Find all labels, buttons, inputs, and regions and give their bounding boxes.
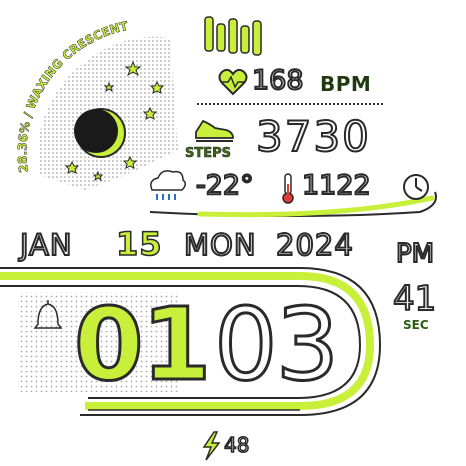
time-seconds: 41: [392, 279, 437, 319]
date-year: 2024: [275, 227, 354, 263]
time-hours[interactable]: 01: [72, 288, 212, 401]
heart-rate-value: 168: [251, 65, 305, 97]
date-day: 15: [115, 225, 163, 263]
altitude-value[interactable]: 1122: [301, 169, 372, 202]
date-weekday: MON: [183, 227, 257, 263]
heart-rate-unit: BPM: [320, 72, 372, 96]
steps-value[interactable]: 3730: [255, 112, 371, 162]
battery-level[interactable]: 48: [223, 432, 250, 458]
temperature-value[interactable]: -22°: [195, 169, 255, 202]
time-minutes[interactable]: 03: [212, 288, 340, 401]
ampm-indicator: PM: [395, 238, 435, 270]
steps-label: STEPS: [185, 146, 232, 162]
date-month: JAN: [19, 227, 73, 263]
seconds-label: SEC: [403, 318, 429, 332]
moon-phase-text: 28.36% / WAXING CRESCENT: [15, 19, 130, 174]
